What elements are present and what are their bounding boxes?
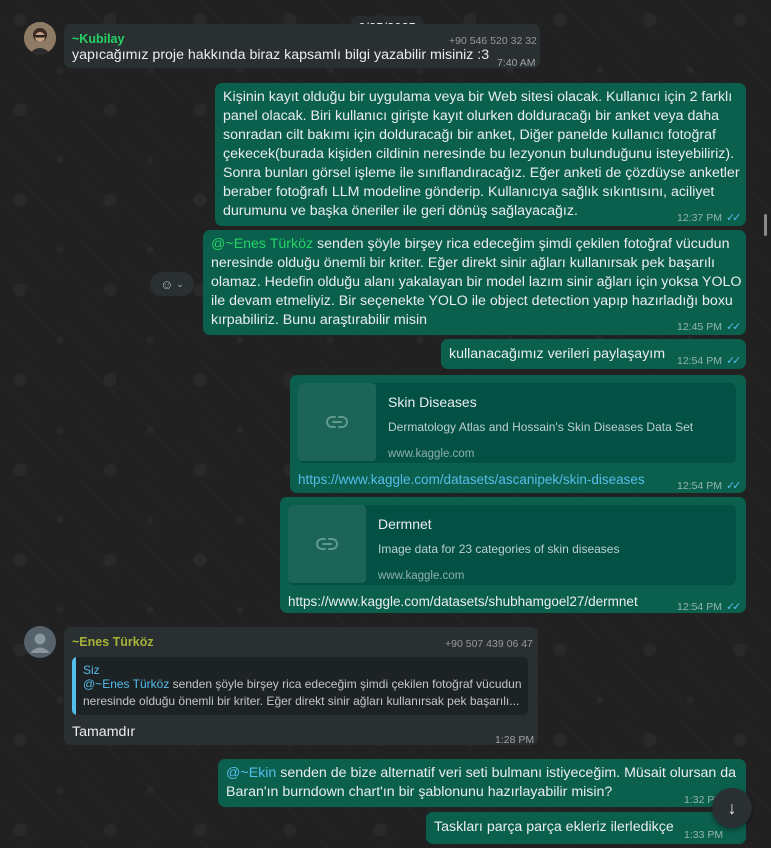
link-title: Skin Diseases — [388, 394, 477, 410]
link-icon — [316, 538, 338, 550]
avatar-photo-icon — [24, 22, 56, 54]
link-url[interactable]: https://www.kaggle.com/datasets/shubhamg… — [288, 592, 638, 611]
link-domain: www.kaggle.com — [388, 448, 475, 460]
message-time: 1:28 PM — [495, 734, 535, 746]
message-text: @~Ekin senden de bize alternatif veri se… — [226, 765, 737, 800]
link-preview-card[interactable]: Dermnet Image data for 23 categories of … — [288, 505, 736, 585]
message-time: 12:37 PM ✓✓ — [677, 209, 742, 228]
message-link-dermnet[interactable]: Dermnet Image data for 23 categories of … — [280, 497, 746, 613]
quoted-message[interactable]: Siz @~Enes Türköz senden şöyle birşey ri… — [72, 657, 528, 715]
scroll-to-bottom-button[interactable]: ↓ — [712, 788, 752, 828]
smiley-icon: ☺ — [160, 276, 174, 292]
chat-scrollbar[interactable] — [764, 214, 767, 236]
chevron-down-icon: ⌄ — [176, 278, 184, 289]
message-text: Taskları parça parça ekleriz ilerledikçe — [434, 819, 674, 835]
link-description: Dermatology Atlas and Hossain's Skin Dis… — [388, 420, 694, 434]
default-avatar-icon — [24, 626, 56, 658]
mention-ekin[interactable]: @~Ekin — [226, 765, 276, 781]
message-time: 12:54 PM ✓✓ — [677, 477, 742, 496]
message-time: 7:40 AM — [497, 57, 536, 69]
message-time: 12:54 PM ✓✓ — [677, 352, 742, 371]
message-kubilay-question[interactable]: ~Kubilay +90 546 520 32 32 yapıcağımız p… — [64, 24, 540, 69]
avatar-kubilay[interactable] — [24, 22, 56, 54]
read-ticks-icon: ✓✓ — [725, 480, 742, 492]
message-text: Tamamdır — [72, 724, 136, 740]
message-text: Kişinin kayıt olduğu bir uygulama veya b… — [223, 89, 740, 219]
quote-accent-bar — [72, 657, 76, 715]
quote-text: @~Enes Türköz senden şöyle birşey rica e… — [83, 677, 522, 708]
link-description: Image data for 23 categories of skin dis… — [378, 542, 620, 556]
message-text: yapıcağımız proje hakkında biraz kapsaml… — [72, 47, 490, 63]
message-time: 12:54 PM ✓✓ — [677, 598, 742, 617]
message-enes-reply[interactable]: ~Enes Türköz +90 507 439 06 47 Siz @~Ene… — [64, 627, 538, 746]
message-link-skin-diseases[interactable]: Skin Diseases Dermatology Atlas and Hoss… — [290, 375, 746, 493]
message-text: @~Enes Türköz senden şöyle birşey rica e… — [211, 236, 742, 328]
read-ticks-icon: ✓✓ — [725, 355, 742, 367]
read-ticks-icon: ✓✓ — [725, 321, 742, 333]
react-button[interactable]: ☺ ⌄ — [150, 272, 194, 296]
message-text: kullanacağımız verileri paylaşayım — [449, 346, 666, 362]
message-time: 1:33 PM — [684, 829, 724, 841]
read-ticks-icon: ✓✓ — [725, 601, 742, 613]
message-ekin-request[interactable]: @~Ekin senden de bize alternatif veri se… — [218, 759, 746, 807]
link-domain: www.kaggle.com — [378, 570, 465, 582]
read-ticks-icon: ✓✓ — [725, 212, 742, 224]
arrow-down-icon: ↓ — [727, 797, 737, 818]
message-time: 12:45 PM ✓✓ — [677, 318, 742, 337]
message-project-description[interactable]: Kişinin kayıt olduğu bir uygulama veya b… — [215, 83, 746, 226]
sender-phone: +90 507 439 06 47 — [445, 638, 533, 650]
message-tasks[interactable]: Taskları parça parça ekleriz ilerledikçe… — [426, 812, 746, 844]
mention-enes[interactable]: @~Enes Türköz — [211, 236, 313, 252]
message-share-data[interactable]: kullanacağımız verileri paylaşayım 12:54… — [441, 339, 746, 369]
link-url[interactable]: https://www.kaggle.com/datasets/ascanipe… — [298, 470, 645, 489]
link-title: Dermnet — [378, 516, 432, 532]
sender-name[interactable]: ~Enes Türköz — [72, 633, 154, 652]
message-yolo-request[interactable]: @~Enes Türköz senden şöyle birşey rica e… — [203, 230, 746, 335]
link-thumbnail — [288, 505, 366, 583]
link-icon — [326, 416, 348, 428]
avatar-enes[interactable] — [24, 626, 56, 658]
link-preview-card[interactable]: Skin Diseases Dermatology Atlas and Hoss… — [298, 383, 736, 463]
link-thumbnail — [298, 383, 376, 461]
